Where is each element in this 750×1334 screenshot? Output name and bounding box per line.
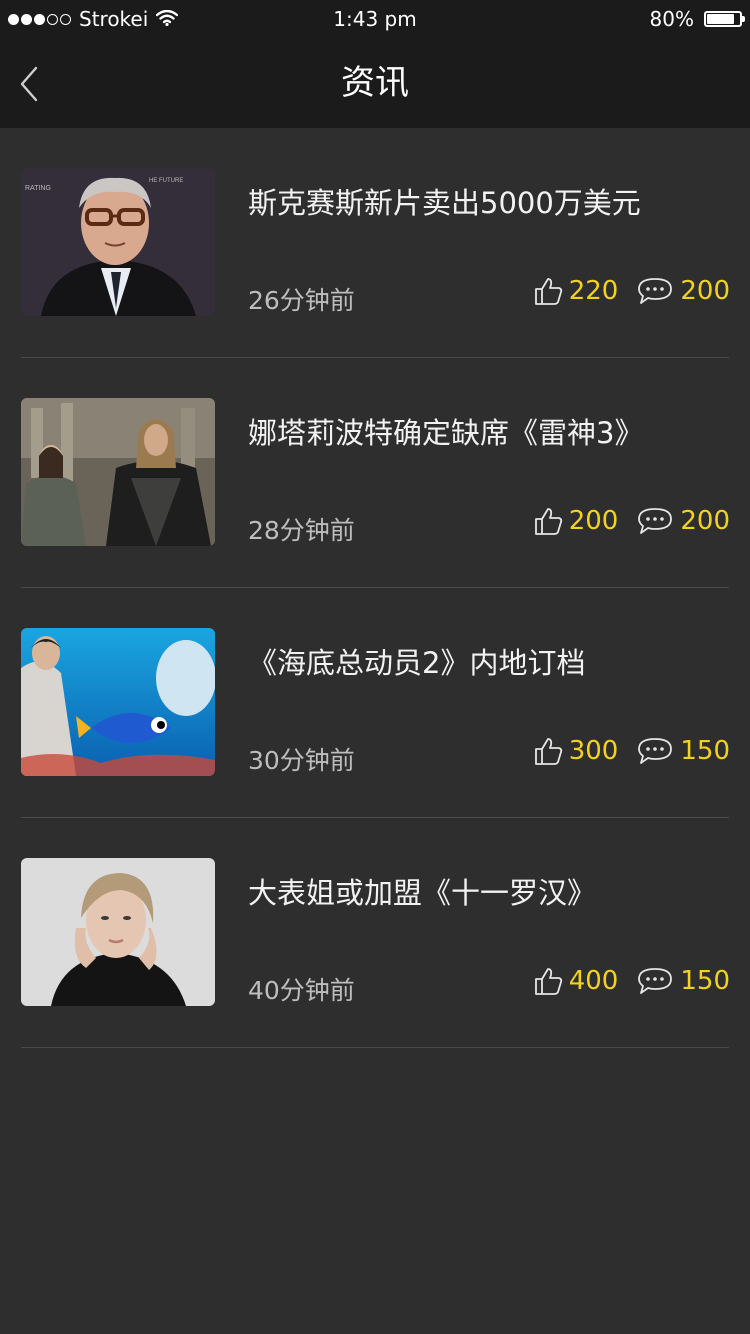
battery-percent: 80% bbox=[649, 7, 694, 31]
news-item[interactable]: 《海底总动员2》内地订档 30分钟前 300 150 bbox=[0, 588, 750, 818]
news-title[interactable]: 《海底总动员2》内地订档 bbox=[248, 640, 585, 682]
news-title[interactable]: 大表姐或加盟《十一罗汉》 bbox=[248, 870, 596, 912]
comment-count-value: 150 bbox=[680, 966, 730, 996]
news-title[interactable]: 娜塔莉波特确定缺席《雷神3》 bbox=[248, 410, 643, 452]
comment-count[interactable]: 150 bbox=[636, 966, 730, 996]
comment-bubble-icon bbox=[638, 278, 673, 304]
status-time: 1:43 pm bbox=[333, 7, 417, 31]
like-count-value: 400 bbox=[568, 966, 619, 996]
news-item[interactable]: 大表姐或加盟《十一罗汉》 40分钟前 400 150 bbox=[0, 818, 750, 1048]
comment-bubble-icon bbox=[638, 738, 673, 764]
comment-count-value: 150 bbox=[680, 736, 730, 766]
comment-count-value: 200 bbox=[680, 506, 730, 536]
news-stats: 200 200 bbox=[533, 506, 730, 536]
divider bbox=[21, 1047, 729, 1048]
svg-text:HE FUTURE: HE FUTURE bbox=[149, 178, 183, 184]
news-thumbnail bbox=[21, 628, 215, 776]
news-stats: 220 200 bbox=[533, 276, 730, 306]
battery-icon bbox=[704, 11, 745, 27]
comment-bubble-icon bbox=[638, 508, 673, 534]
status-bar: Strokei 1:43 pm 80% bbox=[0, 0, 750, 40]
news-thumbnail: RATING HE FUTURE bbox=[21, 168, 215, 316]
comment-count-value: 200 bbox=[680, 276, 730, 306]
news-time: 40分钟前 bbox=[248, 976, 355, 1005]
news-time: 26分钟前 bbox=[248, 286, 355, 315]
comment-bubble-icon bbox=[638, 968, 673, 994]
news-stats: 300 150 bbox=[533, 736, 730, 766]
like-count-value: 300 bbox=[568, 736, 619, 766]
thumbs-up-icon bbox=[534, 278, 562, 305]
news-list: RATING HE FUTURE 斯克赛斯新片卖出5000万美元 26分钟前 2… bbox=[0, 128, 750, 1048]
like-count-value: 220 bbox=[568, 276, 619, 306]
thumbs-up-icon bbox=[534, 738, 562, 765]
news-stats: 400 150 bbox=[533, 966, 730, 996]
thumbs-up-icon bbox=[534, 968, 562, 995]
news-time: 28分钟前 bbox=[248, 516, 355, 545]
news-thumbnail bbox=[21, 858, 215, 1006]
news-time: 30分钟前 bbox=[248, 746, 355, 775]
news-item[interactable]: 娜塔莉波特确定缺席《雷神3》 28分钟前 200 200 bbox=[0, 358, 750, 588]
news-title[interactable]: 斯克赛斯新片卖出5000万美元 bbox=[248, 180, 641, 222]
like-count[interactable]: 400 bbox=[533, 966, 619, 996]
like-count[interactable]: 220 bbox=[533, 276, 619, 306]
comment-count[interactable]: 200 bbox=[636, 506, 730, 536]
comment-count[interactable]: 200 bbox=[636, 276, 730, 306]
like-count[interactable]: 200 bbox=[533, 506, 619, 536]
status-right: 80% bbox=[649, 7, 745, 31]
news-item[interactable]: RATING HE FUTURE 斯克赛斯新片卖出5000万美元 26分钟前 2… bbox=[0, 128, 750, 358]
thumbs-up-icon bbox=[534, 508, 562, 535]
svg-text:RATING: RATING bbox=[25, 185, 51, 192]
comment-count[interactable]: 150 bbox=[636, 736, 730, 766]
navigation-bar: 资讯 bbox=[0, 40, 750, 128]
news-thumbnail bbox=[21, 398, 215, 546]
like-count-value: 200 bbox=[568, 506, 619, 536]
like-count[interactable]: 300 bbox=[533, 736, 619, 766]
page-title: 资讯 bbox=[341, 63, 409, 103]
